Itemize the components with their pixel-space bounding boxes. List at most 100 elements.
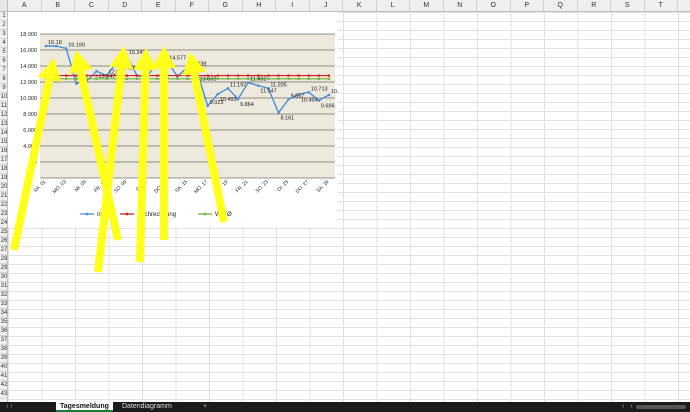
row-header-32[interactable]: 32 bbox=[0, 291, 7, 300]
row-header-24[interactable]: 24 bbox=[0, 219, 7, 228]
row-header-19[interactable]: 19 bbox=[0, 174, 7, 183]
row-header-25[interactable]: 25 bbox=[0, 228, 7, 237]
row-header-12[interactable]: 12 bbox=[0, 111, 7, 120]
column-header-E[interactable]: E bbox=[142, 0, 176, 11]
row-header-5[interactable]: 5 bbox=[0, 48, 7, 57]
y-tick-label: 14.000 bbox=[20, 64, 37, 70]
row-header-42[interactable]: 42 bbox=[0, 381, 7, 390]
column-header-A[interactable]: A bbox=[8, 0, 42, 11]
column-header-I[interactable]: I bbox=[276, 0, 310, 11]
column-header-H[interactable]: H bbox=[243, 0, 276, 11]
row-header-9[interactable]: 9 bbox=[0, 84, 7, 93]
line-chart[interactable]: 2.0 4.000 6.000 8.000 10.000 12.000 14.000 16.0… bbox=[8, 12, 338, 227]
row-header-38[interactable]: 38 bbox=[0, 345, 7, 354]
row-header-36[interactable]: 36 bbox=[0, 327, 7, 336]
y-axis-ticks: 2.0 4.000 6.000 8.000 10.000 12.000 14.000 16.0… bbox=[20, 32, 37, 166]
row-header-31[interactable]: 31 bbox=[0, 282, 7, 291]
row-header-2[interactable]: 2 bbox=[0, 21, 7, 30]
row-header-26[interactable]: 26 bbox=[0, 237, 7, 246]
row-header-41[interactable]: 41 bbox=[0, 372, 7, 381]
column-header-T[interactable]: T bbox=[645, 0, 678, 11]
series-marker-1 bbox=[145, 74, 149, 77]
tab-scroll-arrows[interactable]: ‹ › bbox=[6, 402, 13, 412]
row-header-27[interactable]: 27 bbox=[0, 246, 7, 255]
row-header-33[interactable]: 33 bbox=[0, 300, 7, 309]
tab-datendiagramm[interactable]: Datendiagramm bbox=[118, 402, 176, 412]
add-sheet-icon[interactable]: + bbox=[203, 402, 207, 412]
column-header-K[interactable]: K bbox=[343, 0, 377, 11]
series-marker-1 bbox=[85, 74, 88, 77]
column-header-R[interactable]: R bbox=[578, 0, 611, 11]
ist-point bbox=[75, 82, 78, 85]
column-header-N[interactable]: N bbox=[444, 0, 477, 11]
series-marker-1 bbox=[267, 74, 270, 77]
ist-point bbox=[125, 54, 129, 58]
column-header-U[interactable]: U bbox=[678, 0, 690, 11]
series-marker-1 bbox=[247, 74, 250, 77]
column-header-Q[interactable]: Q bbox=[544, 0, 578, 11]
row-header-22[interactable]: 22 bbox=[0, 201, 7, 210]
series-marker-2 bbox=[85, 77, 88, 80]
horizontal-scroll-arrows[interactable]: ‹ › bbox=[622, 402, 635, 412]
row-header-13[interactable]: 13 bbox=[0, 120, 7, 129]
horizontal-scrollbar[interactable] bbox=[636, 405, 686, 409]
ist-point bbox=[186, 65, 189, 69]
ist-point bbox=[246, 81, 250, 84]
ist-point bbox=[155, 59, 159, 63]
row-header-8[interactable]: 8 bbox=[0, 75, 7, 84]
column-header-G[interactable]: G bbox=[209, 0, 243, 11]
row-header-10[interactable]: 10 bbox=[0, 93, 7, 102]
series-marker-1 bbox=[95, 74, 98, 77]
row-header-20[interactable]: 20 bbox=[0, 183, 7, 192]
column-header-O[interactable]: O bbox=[477, 0, 511, 11]
y-tick-label: 12.000 bbox=[20, 80, 37, 86]
series-marker-1 bbox=[135, 74, 139, 77]
row-header-37[interactable]: 37 bbox=[0, 336, 7, 345]
tab-tagesmeldung[interactable]: Tagesmeldung bbox=[56, 402, 113, 412]
series-marker-1 bbox=[186, 74, 189, 77]
series-marker-2 bbox=[186, 77, 189, 80]
ist-point bbox=[115, 61, 119, 64]
series-marker-2 bbox=[145, 77, 149, 80]
ist-value-label: 13.032 bbox=[200, 77, 217, 83]
column-header-F[interactable]: F bbox=[176, 0, 209, 11]
column-header-B[interactable]: B bbox=[42, 0, 75, 11]
row-header-6[interactable]: 6 bbox=[0, 57, 7, 66]
ist-value-label: 11.547 bbox=[260, 89, 276, 95]
ist-point bbox=[64, 47, 68, 50]
ist-value-label: 10.389 bbox=[331, 89, 338, 95]
column-header-D[interactable]: D bbox=[109, 0, 142, 11]
row-header-7[interactable]: 7 bbox=[0, 66, 7, 75]
select-all-corner[interactable] bbox=[0, 0, 8, 12]
row-header-17[interactable]: 17 bbox=[0, 156, 7, 165]
series-marker-2 bbox=[44, 77, 48, 80]
y-tick-label: 16.000 bbox=[20, 48, 37, 54]
ist-value-label: 9.864 bbox=[240, 102, 254, 108]
row-header-39[interactable]: 39 bbox=[0, 354, 7, 363]
row-header-40[interactable]: 40 bbox=[0, 363, 7, 372]
legend-marker bbox=[203, 212, 207, 216]
row-header-14[interactable]: 14 bbox=[0, 129, 7, 138]
row-header-15[interactable]: 15 bbox=[0, 138, 7, 147]
column-header-M[interactable]: M bbox=[410, 0, 444, 11]
row-header-35[interactable]: 35 bbox=[0, 318, 7, 327]
row-header-30[interactable]: 30 bbox=[0, 273, 7, 282]
column-header-S[interactable]: S bbox=[611, 0, 645, 11]
row-header-11[interactable]: 11 bbox=[0, 102, 7, 111]
row-header-23[interactable]: 23 bbox=[0, 210, 7, 219]
row-header-3[interactable]: 3 bbox=[0, 30, 7, 39]
column-header-C[interactable]: C bbox=[75, 0, 109, 11]
row-header-34[interactable]: 34 bbox=[0, 309, 7, 318]
row-header-43[interactable]: 43 bbox=[0, 390, 7, 399]
row-header-18[interactable]: 18 bbox=[0, 165, 7, 174]
column-header-L[interactable]: L bbox=[377, 0, 410, 11]
row-header-1[interactable]: 1 bbox=[0, 12, 7, 21]
row-header-4[interactable]: 4 bbox=[0, 39, 7, 48]
column-header-J[interactable]: J bbox=[310, 0, 343, 11]
row-header-29[interactable]: 29 bbox=[0, 264, 7, 273]
row-header-16[interactable]: 16 bbox=[0, 147, 7, 156]
column-header-P[interactable]: P bbox=[511, 0, 544, 11]
series-marker-1 bbox=[125, 74, 128, 77]
row-header-28[interactable]: 28 bbox=[0, 255, 7, 264]
row-header-21[interactable]: 21 bbox=[0, 192, 7, 201]
